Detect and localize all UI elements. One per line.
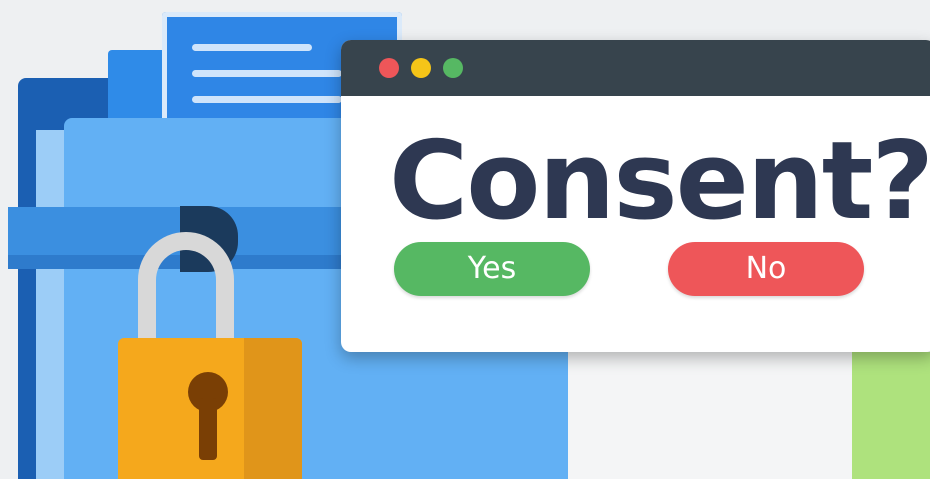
folder-edge [36, 130, 66, 479]
close-dot-icon[interactable] [379, 58, 399, 78]
consent-dialog: Consent? Yes No [341, 40, 930, 352]
consent-illustration: Consent? Yes No [0, 0, 930, 479]
yes-button[interactable]: Yes [394, 242, 590, 296]
window-titlebar [341, 40, 930, 96]
padlock-shade [244, 338, 302, 479]
maximize-dot-icon[interactable] [443, 58, 463, 78]
keyhole-stem [199, 398, 217, 460]
background-panel [560, 352, 860, 479]
no-button[interactable]: No [668, 242, 864, 296]
background-green-panel [852, 352, 930, 479]
minimize-dot-icon[interactable] [411, 58, 431, 78]
document-line [192, 96, 342, 103]
document-line [192, 70, 342, 77]
dialog-heading: Consent? [389, 119, 930, 244]
document-line [192, 44, 312, 51]
